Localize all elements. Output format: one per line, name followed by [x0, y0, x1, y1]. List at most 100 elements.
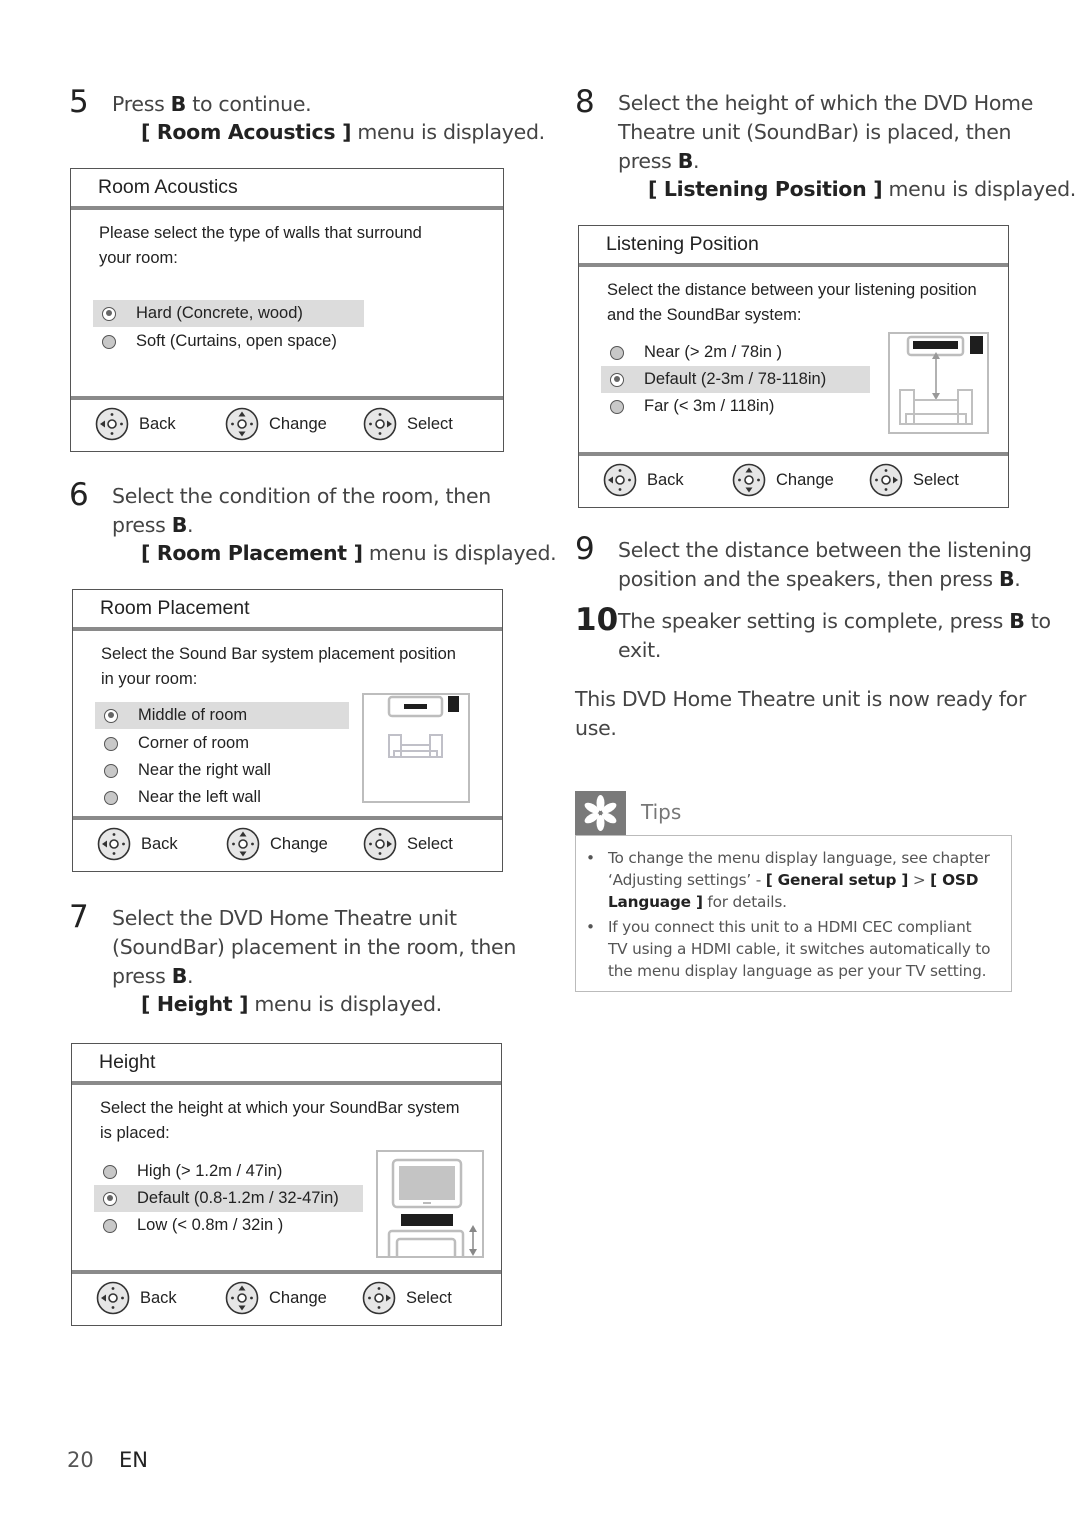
option-default[interactable]: Default (0.8-1.2m / 32-47in) — [94, 1185, 363, 1212]
text: menu is displayed. — [351, 120, 545, 144]
step-number: 7 — [69, 899, 89, 935]
change-label: Change — [270, 834, 328, 853]
change-label: Change — [269, 414, 327, 433]
menu-displayed-note: [ Height ] menu is displayed. — [141, 992, 442, 1016]
dpad-left-icon — [95, 407, 129, 441]
text: is placed: — [100, 1124, 170, 1142]
text: Select the condition of the room, then — [112, 484, 491, 508]
select-button[interactable]: Select — [363, 407, 453, 441]
text: ‘Adjusting settings’ - — [608, 871, 766, 889]
option-label: Far (< 3m / 118in) — [644, 397, 775, 415]
back-button[interactable]: Back — [603, 463, 684, 497]
text: TV using a HDMI cable, it switches autom… — [608, 940, 991, 958]
height-menu: Height Select the height at which your S… — [71, 1043, 502, 1326]
option-label: Near (> 2m / 78in ) — [644, 343, 783, 361]
bracket: ] — [346, 541, 363, 565]
text: To change the menu display language, see… — [608, 849, 990, 867]
key-b: B — [171, 513, 188, 537]
text: to — [1024, 609, 1051, 633]
text: press — [618, 149, 678, 173]
step-number: 8 — [575, 84, 595, 120]
option-corner-of-room[interactable]: Corner of room — [95, 730, 349, 757]
radio-icon — [610, 345, 624, 360]
menu-name: Room Acoustics — [156, 120, 336, 144]
key-b: B — [998, 567, 1015, 591]
select-label: Select — [913, 470, 959, 489]
bullet: • — [586, 849, 595, 867]
back-button[interactable]: Back — [96, 1281, 177, 1315]
page-number: 20 — [67, 1448, 94, 1472]
text: use. — [575, 716, 617, 740]
divider — [73, 627, 502, 631]
dpad-right-icon — [869, 463, 903, 497]
text: Theatre unit (SoundBar) is placed, then — [618, 120, 1012, 144]
menu-ref: [ OSD — [930, 871, 979, 889]
option-default[interactable]: Default (2-3m / 78-118in) — [601, 366, 870, 393]
change-button[interactable]: Change — [225, 407, 327, 441]
menu-displayed-note: [ Room Acoustics ] menu is displayed. — [141, 120, 545, 144]
step-number: 10 — [575, 602, 619, 638]
option-label: Corner of room — [138, 734, 249, 752]
step-number: 5 — [69, 84, 89, 120]
menu-description: Select the height at which your SoundBar… — [100, 1096, 460, 1146]
text: press — [112, 964, 172, 988]
back-button[interactable]: Back — [97, 827, 178, 861]
menu-description: Select the distance between your listeni… — [607, 278, 977, 328]
select-label: Select — [407, 414, 453, 433]
select-button[interactable]: Select — [869, 463, 959, 497]
menu-name: Room Placement — [156, 541, 347, 565]
menu-ref: Language ] — [608, 893, 703, 911]
radio-icon — [102, 334, 116, 349]
option-label: Soft (Curtains, open space) — [136, 332, 337, 350]
key-b: B — [170, 92, 187, 116]
bracket: [ — [141, 992, 157, 1016]
menu-name: Listening Position — [663, 177, 867, 201]
menu-title: Listening Position — [606, 233, 759, 255]
dpad-left-icon — [97, 827, 131, 861]
radio-icon — [104, 763, 118, 778]
step-text: Select the DVD Home Theatre unit (SoundB… — [112, 904, 516, 991]
back-button[interactable]: Back — [95, 407, 176, 441]
text: and the SoundBar system: — [607, 306, 802, 324]
bracket: [ — [141, 541, 157, 565]
option-soft[interactable]: Soft (Curtains, open space) — [93, 328, 364, 355]
option-near-right-wall[interactable]: Near the right wall — [95, 757, 349, 784]
option-high[interactable]: High (> 1.2m / 47in) — [94, 1158, 363, 1185]
radio-selected-icon — [103, 1191, 117, 1206]
dpad-up-down-icon — [225, 1281, 259, 1315]
option-hard[interactable]: Hard (Concrete, wood) — [93, 300, 364, 327]
change-button[interactable]: Change — [225, 1281, 327, 1315]
option-middle-of-room[interactable]: Middle of room — [95, 702, 349, 729]
change-button[interactable]: Change — [226, 827, 328, 861]
tips-box: • To change the menu display language, s… — [575, 835, 1012, 992]
step-number: 6 — [69, 477, 89, 513]
menu-title: Room Acoustics — [98, 176, 238, 198]
room-placement-menu: Room Placement Select the Sound Bar syst… — [72, 589, 503, 872]
menu-footer: Back Change Select — [72, 1270, 501, 1325]
select-button[interactable]: Select — [362, 1281, 452, 1315]
bracket: [ — [141, 120, 157, 144]
divider — [71, 206, 503, 210]
option-near-left-wall[interactable]: Near the left wall — [95, 784, 349, 811]
radio-selected-icon — [610, 372, 624, 387]
radio-selected-icon — [102, 306, 116, 321]
text: . — [187, 964, 194, 988]
select-button[interactable]: Select — [363, 827, 453, 861]
language-code: EN — [119, 1448, 148, 1472]
radio-icon — [103, 1218, 117, 1233]
option-far[interactable]: Far (< 3m / 118in) — [601, 393, 870, 420]
text: the menu display language as per your TV… — [608, 962, 987, 980]
step-text: Select the condition of the room, then p… — [112, 482, 491, 540]
select-label: Select — [406, 1288, 452, 1307]
text: exit. — [618, 638, 662, 662]
menu-displayed-note: [ Room Placement ] menu is displayed. — [141, 541, 557, 565]
dpad-right-icon — [363, 407, 397, 441]
text: position and the speakers, then press — [618, 567, 999, 591]
change-button[interactable]: Change — [732, 463, 834, 497]
step-text: The speaker setting is complete, press B… — [618, 607, 1051, 665]
dpad-up-down-icon — [732, 463, 766, 497]
option-label: Default (2-3m / 78-118in) — [644, 370, 827, 388]
option-near[interactable]: Near (> 2m / 78in ) — [601, 339, 870, 366]
option-low[interactable]: Low (< 0.8m / 32in ) — [94, 1212, 363, 1239]
divider — [579, 263, 1008, 267]
